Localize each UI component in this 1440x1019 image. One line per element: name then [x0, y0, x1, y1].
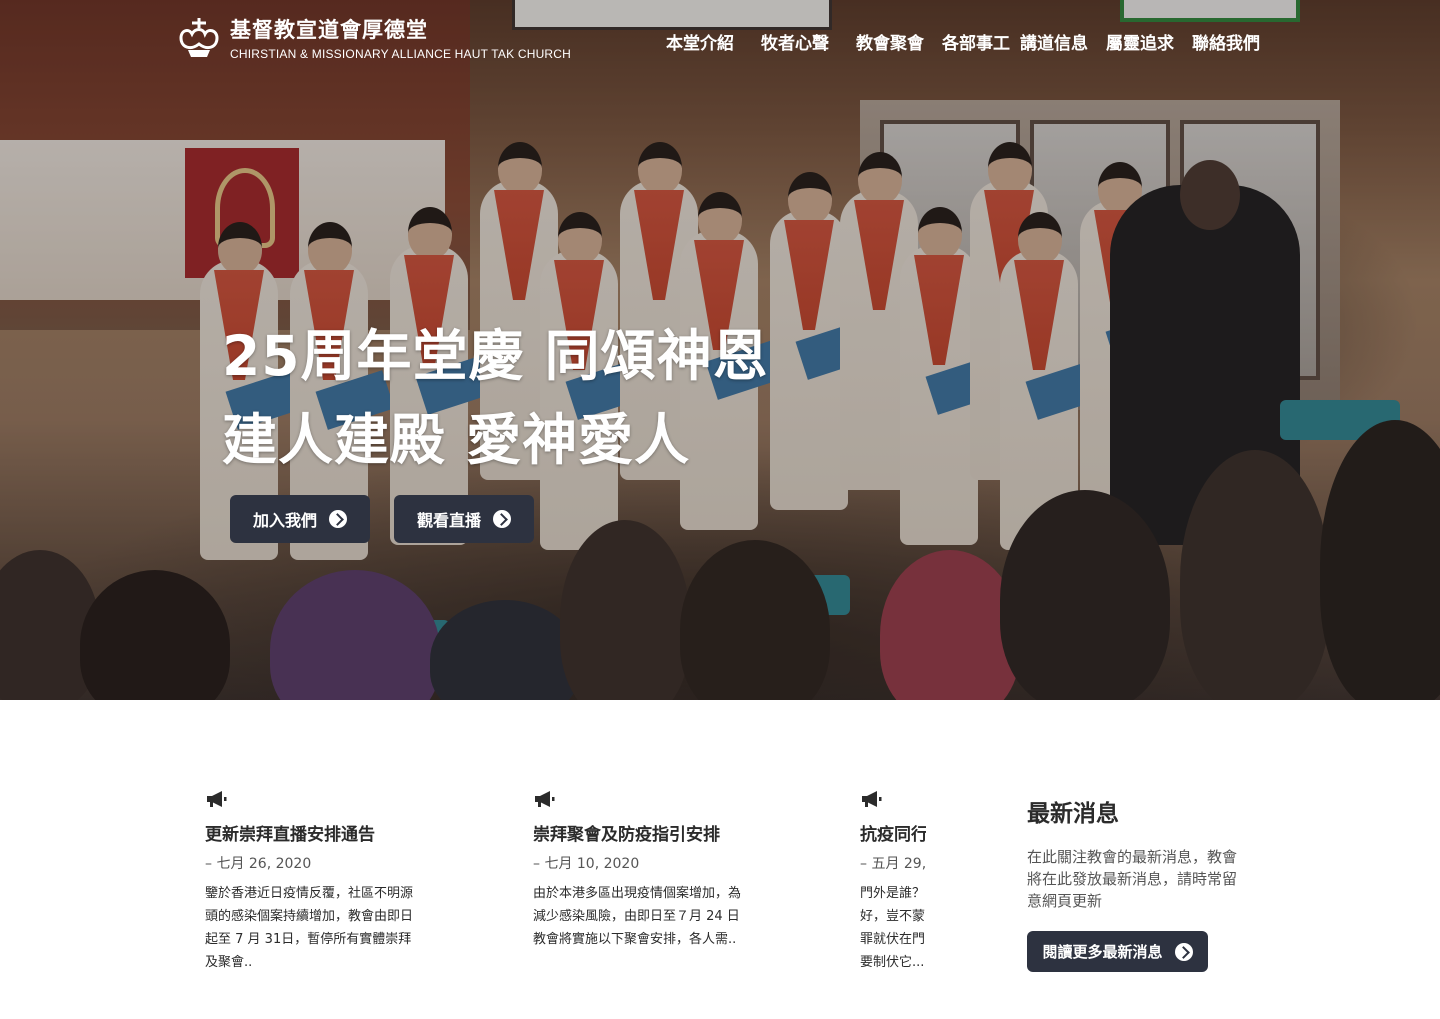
latest-news-description: 在此關注教會的最新消息，教會將在此發放最新消息，請時常留意網頁更新: [1027, 848, 1238, 910]
nav-meetings[interactable]: 教會聚會: [856, 29, 924, 54]
nav-pastor[interactable]: 牧者心聲: [761, 29, 829, 54]
news-excerpt: 鑒於香港近日疫情反覆，社區不明源頭的感染個案持續增加，教會由即日起至 7 月 3…: [205, 886, 414, 970]
news-excerpt: 門外是誰？好，豈不蒙罪就伏在門要制伏它...: [860, 886, 926, 970]
read-more-news-label: 閱讀更多最新消息: [1042, 943, 1163, 961]
join-us-button[interactable]: 加入我們: [230, 495, 370, 543]
megaphone-icon: [533, 790, 555, 808]
news-excerpt: 由於本港多區出現疫情個案增加，為減少感染風險，由即日至７月 24 日教會將實施以…: [533, 886, 742, 947]
news-date: – 七月 10, 2020: [533, 856, 640, 872]
hero-title: 25周年堂慶 同頌神恩 建人建殿 愛神愛人: [222, 314, 769, 482]
news-title[interactable]: 崇拜聚會及防疫指引安排: [533, 824, 743, 846]
nav-ministries[interactable]: 各部事工: [942, 29, 1010, 54]
news-card[interactable]: 崇拜聚會及防疫指引安排 – 七月 10, 2020 由於本港多區出現疫情個案增加…: [533, 790, 743, 951]
nav-contact[interactable]: 聯絡我們: [1192, 29, 1260, 54]
news-date: – 五月 29,: [860, 856, 926, 872]
news-title[interactable]: 更新崇拜直播安排通告: [205, 824, 415, 846]
arrow-circle-right-icon: [493, 510, 511, 528]
latest-news-heading: 最新消息: [1027, 801, 1119, 827]
megaphone-icon: [860, 790, 882, 808]
nav-sermons[interactable]: 講道信息: [1020, 29, 1088, 54]
megaphone-icon: [205, 790, 227, 808]
news-card[interactable]: 抗疫同行 – 五月 29, 門外是誰？好，豈不蒙罪就伏在門要制伏它...: [860, 790, 926, 974]
join-us-label: 加入我們: [252, 511, 317, 530]
news-card[interactable]: 更新崇拜直播安排通告 – 七月 26, 2020 鑒於香港近日疫情反覆，社區不明…: [205, 790, 415, 974]
watch-live-button[interactable]: 觀看直播: [394, 495, 534, 543]
watch-live-label: 觀看直播: [416, 511, 481, 530]
nav-about[interactable]: 本堂介紹: [666, 29, 734, 54]
news-date: – 七月 26, 2020: [205, 856, 312, 872]
read-more-news-button[interactable]: 閱讀更多最新消息: [1027, 931, 1208, 972]
hero-title-line1: 25周年堂慶 同頌神恩: [222, 324, 769, 388]
news-title[interactable]: 抗疫同行: [860, 824, 926, 846]
hero-title-line2: 建人建殿 愛神愛人: [222, 408, 691, 472]
arrow-circle-right-icon: [1174, 942, 1193, 961]
arrow-circle-right-icon: [329, 510, 347, 528]
nav-spiritual[interactable]: 屬靈追求: [1106, 29, 1174, 54]
main-nav: 本堂介紹 牧者心聲 教會聚會 各部事工 講道信息 屬靈追求 聯絡我們: [0, 29, 1440, 55]
